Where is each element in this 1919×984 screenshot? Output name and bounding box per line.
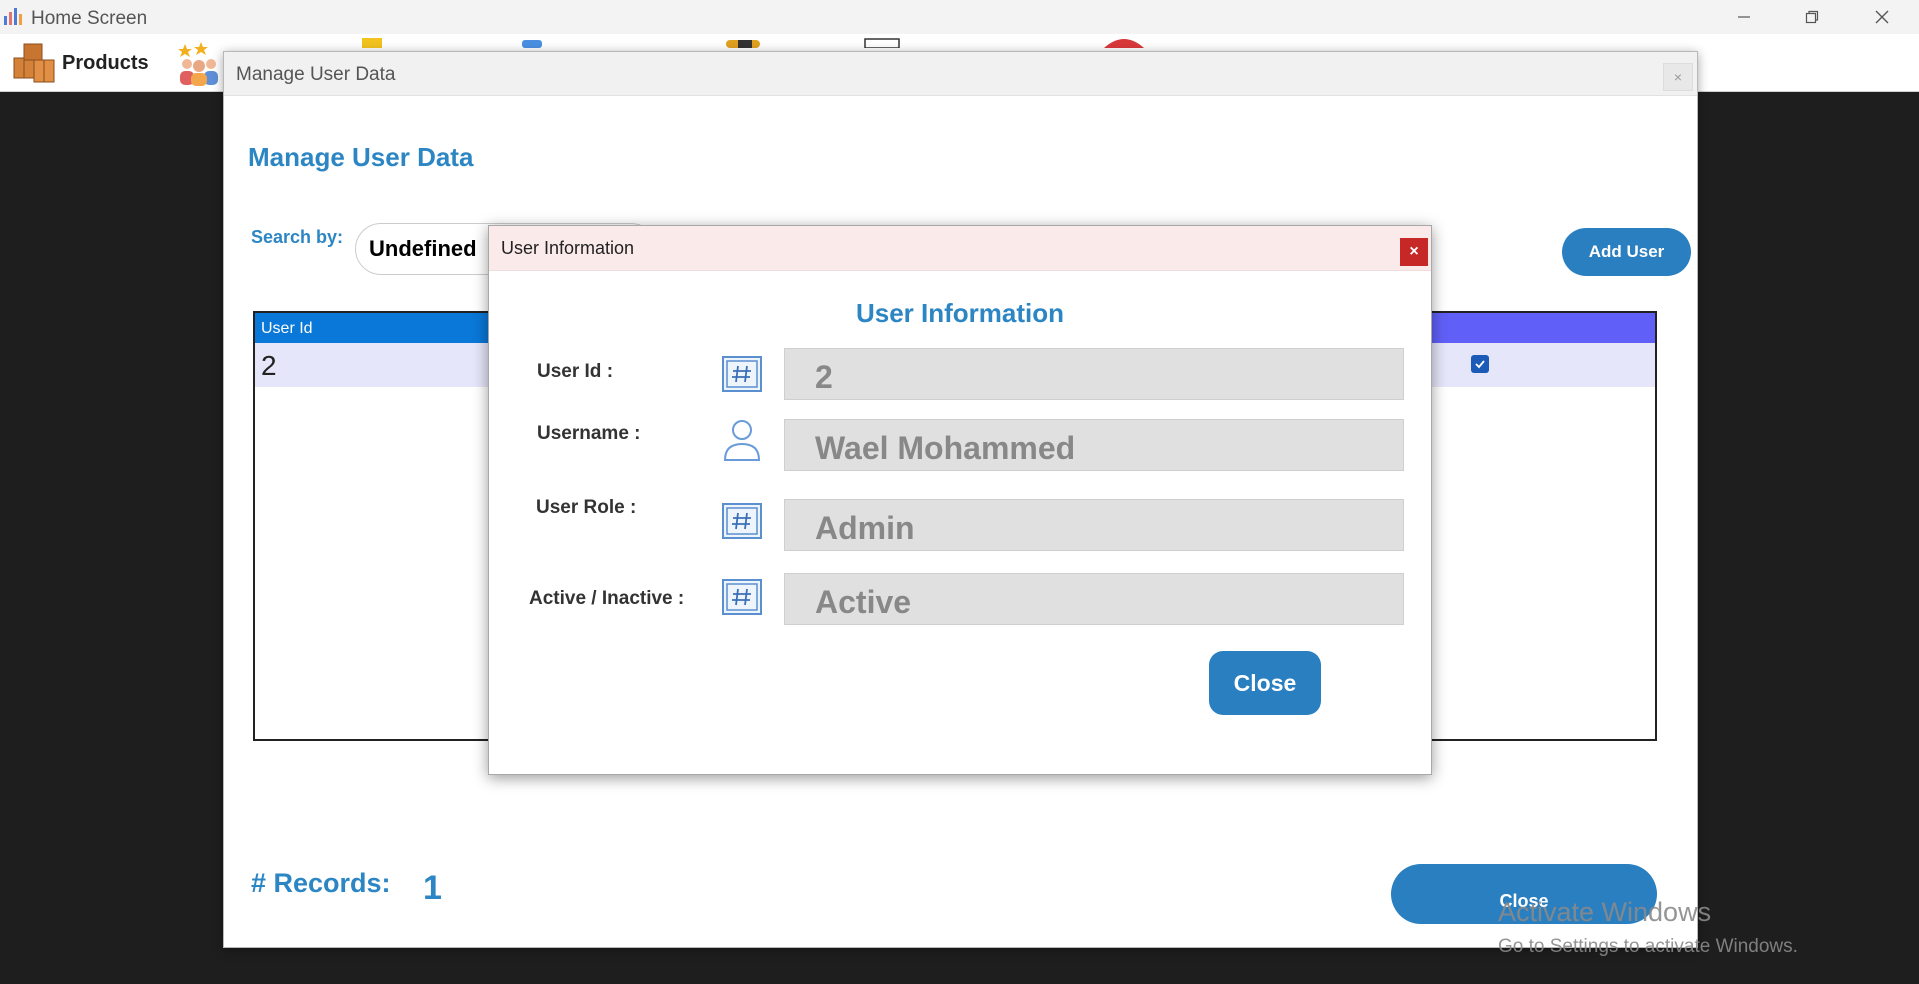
window-title: Home Screen — [31, 8, 148, 29]
active-inactive-label: Active / Inactive : — [529, 588, 685, 609]
cell-user-id[interactable]: 2 — [261, 350, 277, 382]
minimize-button[interactable] — [1714, 0, 1774, 34]
user-id-label: User Id : — [537, 361, 614, 382]
chart-icon[interactable] — [864, 38, 900, 48]
user-role-label: User Role : — [536, 497, 637, 518]
activation-watermark-title: Activate Windows — [1498, 897, 1712, 927]
boxes-icon[interactable] — [10, 40, 58, 86]
restore-icon — [1805, 10, 1819, 24]
minimize-icon — [1738, 16, 1750, 18]
user-information-titlebar: User Information × — [489, 226, 1431, 271]
activation-watermark-subtitle: Go to Settings to activate Windows. — [1498, 936, 1798, 957]
report-icon[interactable] — [518, 38, 548, 48]
search-by-value: Undefined — [369, 236, 477, 261]
manage-user-close-icon[interactable]: × — [1663, 63, 1693, 91]
restore-button[interactable] — [1782, 0, 1842, 34]
user-information-window-title: User Information — [501, 238, 635, 258]
username-field[interactable]: Wael Mohammed — [784, 419, 1404, 471]
user-id-field[interactable]: 2 — [784, 348, 1404, 400]
active-inactive-field[interactable]: Active — [784, 573, 1404, 625]
dialog-heading: User Information — [855, 298, 1065, 328]
chart-app-icon — [4, 8, 22, 25]
toolbar-products-label[interactable]: Products — [62, 52, 149, 75]
search-by-label: Search by: — [251, 227, 344, 247]
close-window-button[interactable] — [1852, 0, 1912, 34]
main-titlebar: Home Screen — [0, 0, 1919, 34]
hash-icon — [722, 579, 762, 615]
username-label: Username : — [537, 423, 641, 444]
user-role-value: Admin — [815, 510, 915, 546]
tools-icon[interactable] — [724, 38, 764, 48]
user-role-field[interactable]: Admin — [784, 499, 1404, 551]
hash-icon — [722, 356, 762, 392]
close-icon — [1875, 10, 1889, 24]
user-icon — [723, 420, 761, 461]
records-label: # Records: — [251, 868, 391, 898]
column-header-user-id[interactable]: User Id — [261, 320, 313, 338]
manage-user-window-title: Manage User Data — [236, 64, 396, 85]
document-icon[interactable] — [360, 38, 390, 48]
user-information-dialog: User Information × User Information User… — [488, 225, 1432, 775]
page-title: Manage User Data — [248, 142, 474, 172]
power-icon[interactable] — [1102, 38, 1146, 48]
users-group-icon[interactable] — [175, 42, 223, 86]
dialog-close-button[interactable]: Close — [1209, 651, 1321, 715]
records-count: 1 — [423, 869, 442, 907]
active-checkbox[interactable] — [1471, 355, 1489, 373]
user-id-value: 2 — [815, 359, 833, 395]
check-icon — [1475, 360, 1485, 369]
manage-user-titlebar: Manage User Data × — [224, 52, 1697, 96]
dialog-close-icon[interactable]: × — [1400, 238, 1428, 266]
hash-icon — [722, 503, 762, 539]
username-value: Wael Mohammed — [815, 430, 1076, 466]
active-inactive-value: Active — [815, 584, 912, 620]
add-user-button[interactable]: Add User — [1562, 228, 1691, 276]
